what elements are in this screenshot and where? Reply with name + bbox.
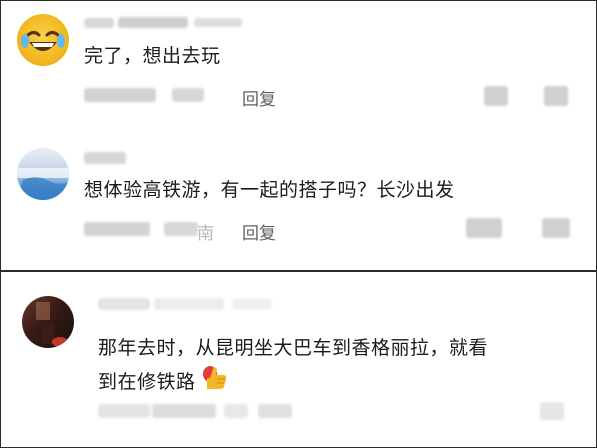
thumbs-up-emoji-icon xyxy=(198,364,228,399)
section-divider xyxy=(0,270,597,272)
reply-button[interactable]: 回复 xyxy=(242,85,276,110)
reply-button[interactable]: 回复 xyxy=(242,219,276,244)
landscape-photo-icon xyxy=(17,168,69,200)
ip-region: 南 xyxy=(197,224,214,244)
laughing-emoji-icon xyxy=(21,31,65,51)
comment-text: 完了，想出去玩 xyxy=(84,45,221,67)
avatar[interactable] xyxy=(17,148,69,200)
avatar[interactable] xyxy=(17,14,69,66)
comment-text: 想体验高铁游，有一起的搭子吗？长沙出发 xyxy=(84,179,455,201)
comment-text-line1: 那年去时，从昆明坐大巴车到香格丽拉，就看 xyxy=(98,337,489,359)
comment-text-line2: 到在修铁路 xyxy=(98,364,228,399)
portrait-photo-icon xyxy=(36,302,68,347)
avatar[interactable] xyxy=(22,296,74,348)
